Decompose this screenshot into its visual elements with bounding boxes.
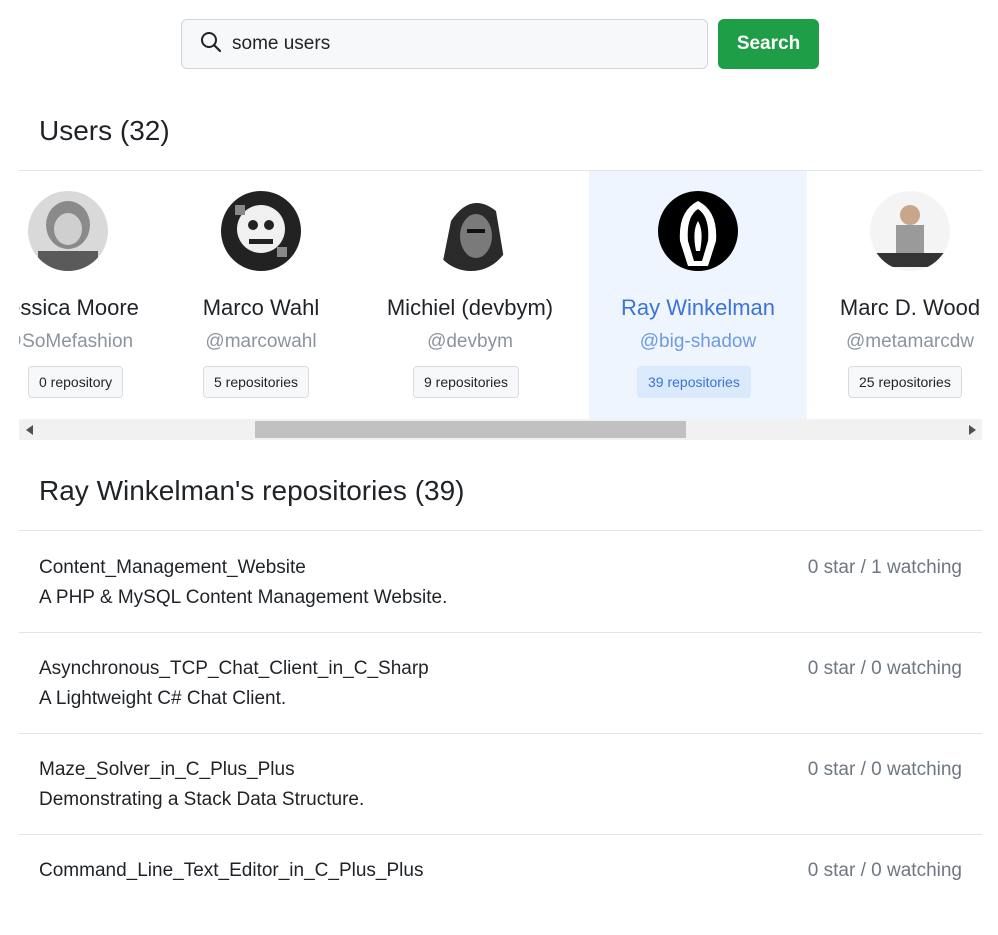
repo-count-badge: 9 repositories	[413, 366, 520, 398]
repos-section-title: Ray Winkelman's repositories (39)	[39, 475, 465, 506]
repo-description: A PHP & MySQL Content Management Website…	[39, 587, 448, 608]
repo-name[interactable]: Content_Management_Website	[39, 557, 306, 579]
arrow-left-icon[interactable]	[19, 419, 40, 440]
user-handle: @SoMefashion	[19, 331, 134, 352]
user-card[interactable]: Marc D. Wood @metamarcdw 25 repositories	[819, 171, 982, 419]
users-scrollbar[interactable]	[19, 419, 982, 440]
users-section-title: Users (32)	[39, 115, 170, 146]
repo-list-item[interactable]: Content_Management_Website A PHP & MySQL…	[19, 531, 982, 633]
search-input[interactable]	[230, 32, 674, 56]
arrow-right-icon[interactable]	[961, 419, 982, 440]
search-field[interactable]	[181, 19, 708, 69]
user-name: Michiel (devbym)	[386, 295, 554, 320]
repo-stats: 0 star / 0 watching	[807, 658, 962, 679]
repo-list-item[interactable]: Command_Line_Text_Editor_in_C_Plus_Plus …	[19, 834, 982, 935]
user-handle: @devbym	[427, 331, 513, 352]
repo-name[interactable]: Command_Line_Text_Editor_in_C_Plus_Plus	[39, 860, 423, 882]
repo-stats: 0 star / 0 watching	[807, 860, 962, 881]
avatar	[431, 191, 511, 271]
user-handle: @metamarcdw	[845, 331, 975, 352]
user-handle: @big-shadow	[639, 331, 757, 352]
repo-name[interactable]: Maze_Solver_in_C_Plus_Plus	[39, 759, 295, 781]
repo-count-badge: 25 repositories	[848, 366, 962, 398]
user-card[interactable]: Jessica Moore @SoMefashion 0 repository	[19, 171, 153, 419]
user-card[interactable]: Marco Wahl @marcowahl 5 repositories	[179, 171, 343, 419]
user-handle: @marcowahl	[205, 331, 317, 352]
user-card[interactable]: Michiel (devbym) @devbym 9 repositories	[361, 171, 579, 419]
scrollbar-thumb[interactable]	[255, 421, 686, 438]
avatar	[221, 191, 301, 271]
repo-count-badge: 39 repositories	[637, 366, 751, 398]
repo-count-badge: 0 repository	[28, 366, 124, 398]
repo-stats: 0 star / 0 watching	[807, 759, 962, 780]
repo-list-item[interactable]: Asynchronous_TCP_Chat_Client_in_C_Sharp …	[19, 632, 982, 734]
user-name: Ray Winkelman	[620, 295, 776, 320]
user-card-selected[interactable]: Ray Winkelman @big-shadow 39 repositorie…	[589, 171, 807, 419]
repo-stats: 0 star / 1 watching	[807, 557, 962, 578]
repo-description: A Lightweight C# Chat Client.	[39, 688, 287, 709]
repo-list-item[interactable]: Maze_Solver_in_C_Plus_Plus Demonstrating…	[19, 733, 982, 835]
users-strip[interactable]: Jessica Moore @SoMefashion 0 repository …	[19, 171, 982, 419]
search-button[interactable]: Search	[718, 19, 819, 69]
user-name: Jessica Moore	[19, 295, 139, 320]
user-name: Marco Wahl	[202, 295, 320, 320]
repo-name[interactable]: Asynchronous_TCP_Chat_Client_in_C_Sharp	[39, 658, 429, 680]
avatar	[658, 191, 738, 271]
repo-count-badge: 5 repositories	[203, 366, 310, 398]
search-bar: Search	[181, 19, 819, 69]
search-icon	[200, 31, 222, 58]
avatar	[28, 191, 108, 271]
avatar	[870, 191, 950, 271]
user-name: Marc D. Wood	[839, 295, 981, 320]
repo-description: Demonstrating a Stack Data Structure.	[39, 789, 365, 810]
